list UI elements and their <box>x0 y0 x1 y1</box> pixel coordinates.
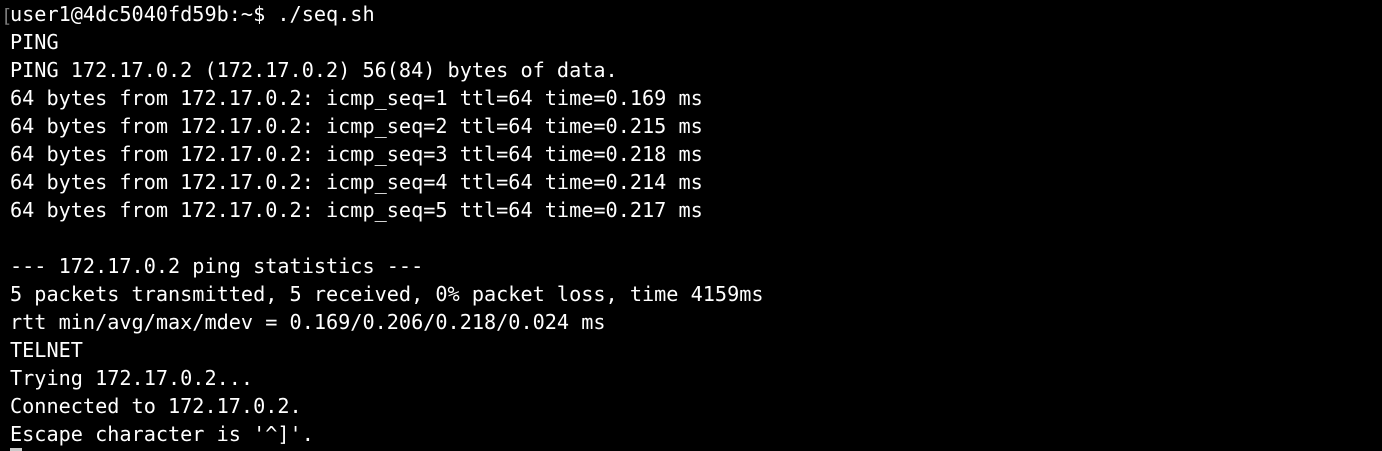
output-line: 5 packets transmitted, 5 received, 0% pa… <box>10 282 764 306</box>
output-line: 64 bytes from 172.17.0.2: icmp_seq=1 ttl… <box>10 86 703 110</box>
output-line: 64 bytes from 172.17.0.2: icmp_seq=2 ttl… <box>10 114 703 138</box>
command-prompt-line: user1@4dc5040fd59b:~$ ./seq.sh <box>10 2 375 26</box>
output-line: Escape character is '^]'. <box>10 422 314 446</box>
output-line: PING <box>10 30 59 54</box>
output-line: rtt min/avg/max/mdev = 0.169/0.206/0.218… <box>10 310 606 334</box>
output-line: --- 172.17.0.2 ping statistics --- <box>10 254 424 278</box>
output-line: TELNET <box>10 338 83 362</box>
output-line: PING 172.17.0.2 (172.17.0.2) 56(84) byte… <box>10 58 618 82</box>
output-line: 64 bytes from 172.17.0.2: icmp_seq=5 ttl… <box>10 198 703 222</box>
output-line: 64 bytes from 172.17.0.2: icmp_seq=3 ttl… <box>10 142 703 166</box>
terminal-window[interactable]: [ user1@4dc5040fd59b:~$ ./seq.sh PING PI… <box>0 0 1382 451</box>
output-line: 64 bytes from 172.17.0.2: icmp_seq=4 ttl… <box>10 170 703 194</box>
output-line: Trying 172.17.0.2... <box>10 366 254 390</box>
output-line-blank <box>10 224 1382 252</box>
output-line: Connected to 172.17.0.2. <box>10 394 302 418</box>
prompt-marker: [ <box>1 5 13 27</box>
